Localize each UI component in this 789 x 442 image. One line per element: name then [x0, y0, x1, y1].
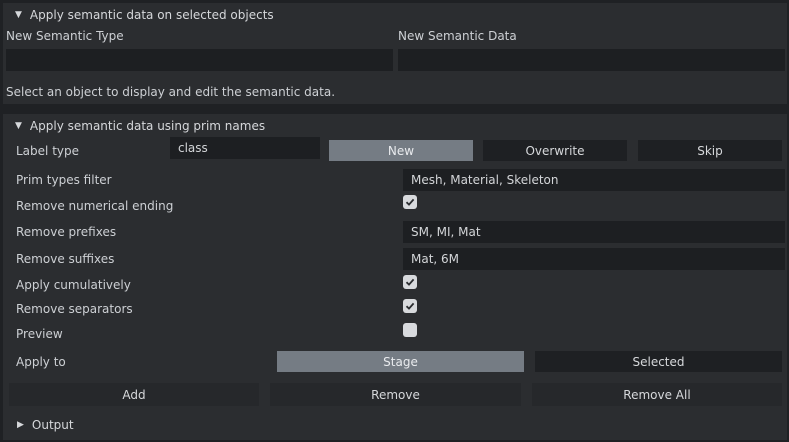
triangle-down-icon: ▼	[15, 121, 22, 131]
section-header-selected[interactable]: ▼ Apply semantic data on selected object…	[3, 3, 787, 27]
new-semantic-data-input[interactable]	[398, 49, 785, 71]
section-header-prim-names[interactable]: ▼ Apply semantic data using prim names	[3, 114, 787, 138]
prim-types-filter-input[interactable]: Mesh, Material, Skeleton	[403, 169, 785, 191]
prim-types-filter-label: Prim types filter	[16, 173, 112, 187]
label-type-label: Label type	[16, 144, 79, 158]
apply-cumulatively-checkbox[interactable]	[403, 275, 417, 289]
new-button[interactable]: New	[329, 140, 473, 161]
preview-checkbox[interactable]	[403, 323, 417, 337]
remove-all-button[interactable]: Remove All	[532, 383, 782, 406]
checkmark-icon	[405, 198, 415, 206]
section-header-output[interactable]: ▶ Output	[3, 414, 74, 436]
selection-info-text: Select an object to display and edit the…	[6, 85, 336, 99]
label-type-input[interactable]: class	[170, 137, 320, 159]
section-title: Apply semantic data on selected objects	[29, 8, 274, 22]
remove-numerical-ending-checkbox[interactable]	[403, 195, 417, 209]
triangle-right-icon: ▶	[17, 420, 24, 430]
new-semantic-type-label: New Semantic Type	[6, 29, 124, 43]
remove-suffixes-label: Remove suffixes	[16, 252, 115, 266]
new-semantic-type-input[interactable]	[6, 49, 393, 71]
add-button[interactable]: Add	[9, 383, 259, 406]
remove-separators-label: Remove separators	[16, 302, 133, 316]
new-semantic-data-label: New Semantic Data	[398, 29, 517, 43]
preview-label: Preview	[16, 327, 63, 341]
apply-cumulatively-label: Apply cumulatively	[16, 278, 131, 292]
overwrite-button[interactable]: Overwrite	[483, 140, 627, 161]
triangle-down-icon: ▼	[15, 10, 22, 20]
remove-suffixes-input[interactable]: Mat, 6M	[403, 248, 785, 270]
remove-separators-checkbox[interactable]	[403, 299, 417, 313]
checkmark-icon	[405, 302, 415, 310]
selected-button[interactable]: Selected	[535, 351, 782, 372]
remove-prefixes-input[interactable]: SM, MI, Mat	[403, 221, 785, 243]
remove-numerical-ending-label: Remove numerical ending	[16, 199, 174, 213]
output-panel	[3, 413, 787, 440]
remove-prefixes-label: Remove prefixes	[16, 225, 117, 239]
stage-button[interactable]: Stage	[277, 351, 524, 372]
section-title: Apply semantic data using prim names	[29, 119, 266, 133]
apply-to-label: Apply to	[16, 355, 66, 369]
section-title: Output	[31, 418, 74, 432]
skip-button[interactable]: Skip	[638, 140, 782, 161]
checkmark-icon	[405, 278, 415, 286]
remove-button[interactable]: Remove	[270, 383, 521, 406]
